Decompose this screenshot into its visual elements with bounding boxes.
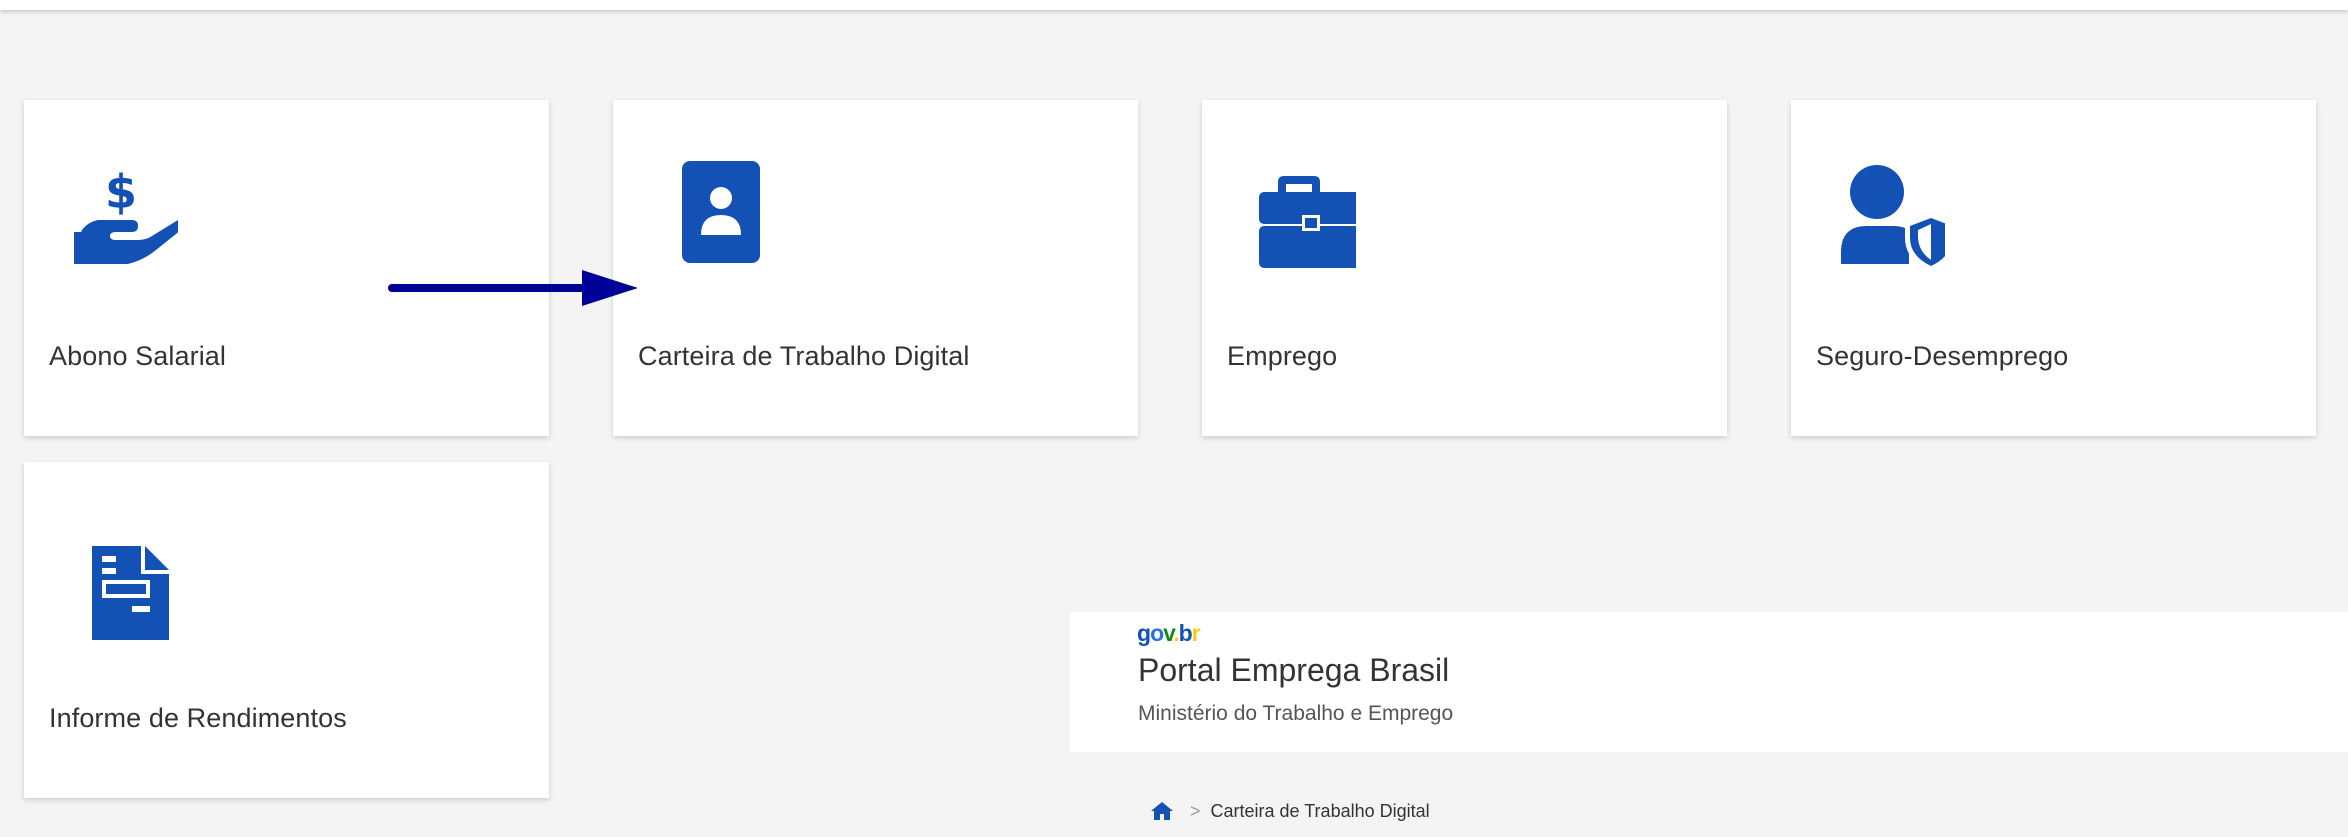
home-icon[interactable] <box>1150 800 1174 822</box>
site-header: gov.br Portal Emprega Brasil Ministério … <box>1070 612 2348 752</box>
card-carteira-trabalho-digital[interactable]: Carteira de Trabalho Digital <box>613 100 1138 436</box>
top-bar <box>0 0 2348 10</box>
hand-dollar-icon: $ <box>48 160 178 280</box>
gov-br-logo[interactable]: gov.br <box>1137 620 1201 647</box>
breadcrumb-separator: > <box>1190 800 1201 821</box>
card-label: Abono Salarial <box>49 341 227 371</box>
site-subtitle: Ministério do Trabalho e Emprego <box>1138 702 1454 725</box>
svg-text:$: $ <box>105 165 137 219</box>
card-label: Emprego <box>1227 341 1338 371</box>
card-emprego[interactable]: Emprego <box>1202 100 1727 436</box>
breadcrumb: > Carteira de Trabalho Digital <box>1150 796 1430 826</box>
user-shield-icon <box>1815 160 1945 280</box>
annotation-arrow <box>388 266 648 310</box>
card-informe-rendimentos[interactable]: Informe de Rendimentos <box>24 462 549 798</box>
card-label: Seguro-Desemprego <box>1816 341 2069 371</box>
breadcrumb-current: Carteira de Trabalho Digital <box>1210 800 1430 821</box>
site-title[interactable]: Portal Emprega Brasil <box>1138 652 1449 689</box>
briefcase-icon <box>1226 160 1356 280</box>
id-card-icon <box>637 160 767 280</box>
card-seguro-desemprego[interactable]: Seguro-Desemprego <box>1791 100 2316 436</box>
document-icon <box>48 522 178 642</box>
card-label: Informe de Rendimentos <box>49 703 347 733</box>
card-label: Carteira de Trabalho Digital <box>638 341 970 371</box>
